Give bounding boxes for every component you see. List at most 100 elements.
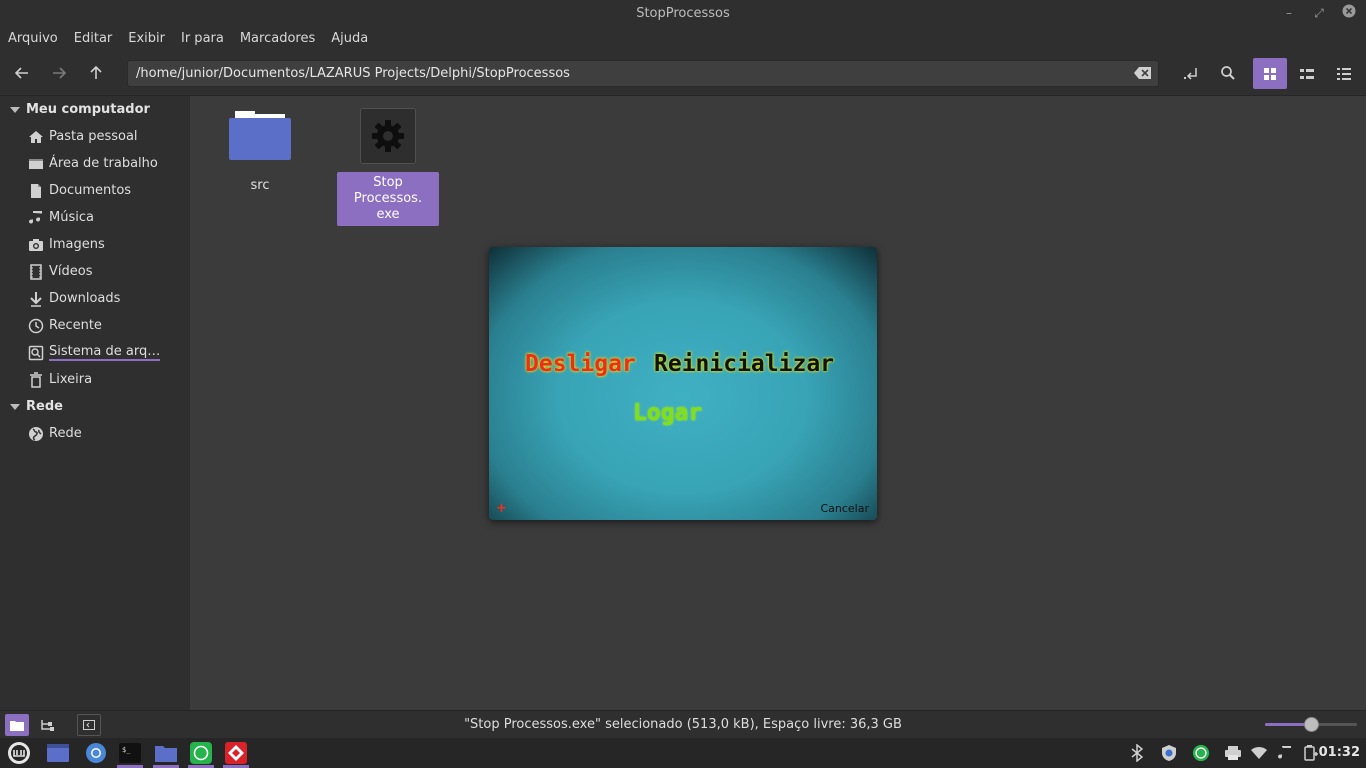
sidebar-item-videos[interactable]: Vídeos	[0, 258, 190, 285]
clear-location-icon[interactable]	[1134, 66, 1152, 80]
clock[interactable]: 01:32	[1319, 745, 1360, 760]
sidebar-item-trash[interactable]: Lixeira	[0, 366, 190, 393]
menu-launcher[interactable]	[5, 740, 33, 766]
terminal-icon: $_	[119, 743, 141, 763]
forward-button[interactable]	[46, 61, 72, 85]
menu-exibir[interactable]: Exibir	[128, 31, 165, 46]
arrow-left-icon	[14, 67, 28, 79]
section-title: Meu computador	[26, 102, 150, 117]
close-icon	[1342, 4, 1356, 18]
whatsapp-tray[interactable]	[1192, 744, 1210, 762]
zoom-handle[interactable]	[1304, 717, 1319, 732]
window-title: StopProcessos	[636, 5, 730, 21]
back-button[interactable]	[9, 61, 35, 85]
maximize-button[interactable]: ⤢	[1310, 4, 1328, 22]
sidebar-item-pictures[interactable]: Imagens	[0, 231, 190, 258]
show-desktop-launcher[interactable]	[44, 740, 72, 766]
minimize-button[interactable]: –	[1280, 4, 1298, 22]
sidebar-section-computer[interactable]: Meu computador	[0, 96, 190, 123]
sidebar-item-label: Imagens	[49, 237, 105, 252]
status-bar: "Stop Processos.exe" selecionado (513,0 …	[0, 710, 1366, 738]
music-icon	[29, 210, 42, 224]
zoom-slider[interactable]	[1265, 717, 1357, 732]
sidebar-item-label: Área de trabalho	[49, 156, 158, 171]
film-icon	[30, 263, 42, 280]
drive-icon	[28, 345, 44, 360]
plus-button[interactable]: +	[496, 501, 507, 516]
bluetooth-tray[interactable]	[1128, 744, 1146, 762]
battery-tray[interactable]	[1302, 744, 1320, 762]
clock-icon	[28, 318, 44, 333]
printer-icon	[1225, 746, 1241, 760]
stop-processos-launcher[interactable]	[222, 740, 250, 768]
location-path: /home/junior/Documentos/LAZARUS Projects…	[136, 66, 570, 81]
expander-icon	[10, 106, 20, 113]
menu-ir-para[interactable]: Ir para	[181, 31, 224, 46]
chromium-icon	[86, 743, 106, 763]
linux-mint-menu-icon	[8, 742, 30, 764]
whatsapp-launcher[interactable]	[187, 740, 215, 768]
logar-button[interactable]: Logar	[633, 400, 702, 426]
sidebar-item-label: Downloads	[49, 291, 121, 306]
camera-icon	[29, 238, 43, 251]
toggle-location-button[interactable]	[1178, 61, 1204, 85]
executable-thumbnail	[360, 108, 416, 164]
sidebar-item-home[interactable]: Pasta pessoal	[0, 123, 190, 150]
location-bar[interactable]: /home/junior/Documentos/LAZARUS Projects…	[127, 60, 1159, 87]
status-text: "Stop Processos.exe" selecionado (513,0 …	[464, 717, 902, 732]
up-button[interactable]	[83, 61, 109, 85]
sidebar-item-filesystem[interactable]: Sistema de arq…	[0, 339, 190, 366]
sidebar-section-network[interactable]: Rede	[0, 393, 190, 420]
menu-arquivo[interactable]: Arquivo	[8, 31, 58, 46]
file-item-stop-processos[interactable]: Stop Processos. exe	[337, 108, 439, 226]
battery-icon	[1304, 745, 1318, 761]
close-button[interactable]	[1340, 4, 1358, 22]
desktop-icon	[29, 158, 43, 169]
arrow-right-icon	[53, 67, 67, 79]
menu-editar[interactable]: Editar	[74, 31, 113, 46]
wifi-icon	[1251, 746, 1267, 759]
menu-ajuda[interactable]: Ajuda	[331, 31, 368, 46]
files-launcher[interactable]	[152, 740, 180, 768]
desktop-launcher-icon	[47, 744, 69, 762]
sidebar-item-desktop[interactable]: Área de trabalho	[0, 150, 190, 177]
file-name-selected: Stop Processos. exe	[337, 172, 439, 226]
list-icon	[1300, 68, 1314, 79]
sidebar-item-label: Documentos	[49, 183, 132, 198]
reinicializar-button[interactable]: Reinicializar	[654, 351, 834, 377]
desligar-button[interactable]: Desligar	[525, 351, 636, 377]
document-icon	[31, 183, 41, 198]
sidebar-item-network[interactable]: Rede	[0, 420, 190, 447]
music-note-icon	[1278, 746, 1291, 759]
cancelar-button[interactable]: Cancelar	[820, 502, 869, 515]
icon-view-button[interactable]	[1253, 58, 1287, 89]
menu-marcadores[interactable]: Marcadores	[240, 31, 315, 46]
sidebar-item-label: Vídeos	[49, 264, 93, 279]
sound-tray[interactable]	[1276, 744, 1294, 762]
taskbar: $_ 01:32	[0, 738, 1366, 768]
path-toggle-icon	[1184, 68, 1197, 80]
wifi-tray[interactable]	[1250, 744, 1268, 762]
update-manager-tray[interactable]	[1160, 744, 1178, 762]
sidebar-item-documents[interactable]: Documentos	[0, 177, 190, 204]
file-item-src[interactable]: src	[220, 108, 300, 193]
chromium-launcher[interactable]	[82, 740, 110, 766]
sidebar-item-music[interactable]: Música	[0, 204, 190, 231]
trash-icon	[30, 371, 42, 388]
shield-icon	[1162, 745, 1176, 761]
printer-tray[interactable]	[1224, 744, 1242, 762]
sidebar-item-label: Rede	[49, 426, 82, 441]
whatsapp-tray-icon	[1192, 744, 1210, 762]
search-icon	[1221, 66, 1235, 80]
compact-list-icon	[1337, 67, 1351, 80]
section-title: Rede	[26, 399, 63, 414]
sidebar-item-label: Pasta pessoal	[49, 129, 138, 144]
list-view-button[interactable]	[1290, 58, 1324, 89]
sidebar-item-downloads[interactable]: Downloads	[0, 285, 190, 312]
search-button[interactable]	[1215, 61, 1241, 85]
whatsapp-icon	[190, 742, 212, 764]
terminal-launcher[interactable]: $_	[116, 740, 144, 768]
compact-view-button[interactable]	[1327, 58, 1361, 89]
sidebar-item-recent[interactable]: Recente	[0, 312, 190, 339]
sidebar-item-label: Sistema de arq…	[49, 343, 161, 361]
